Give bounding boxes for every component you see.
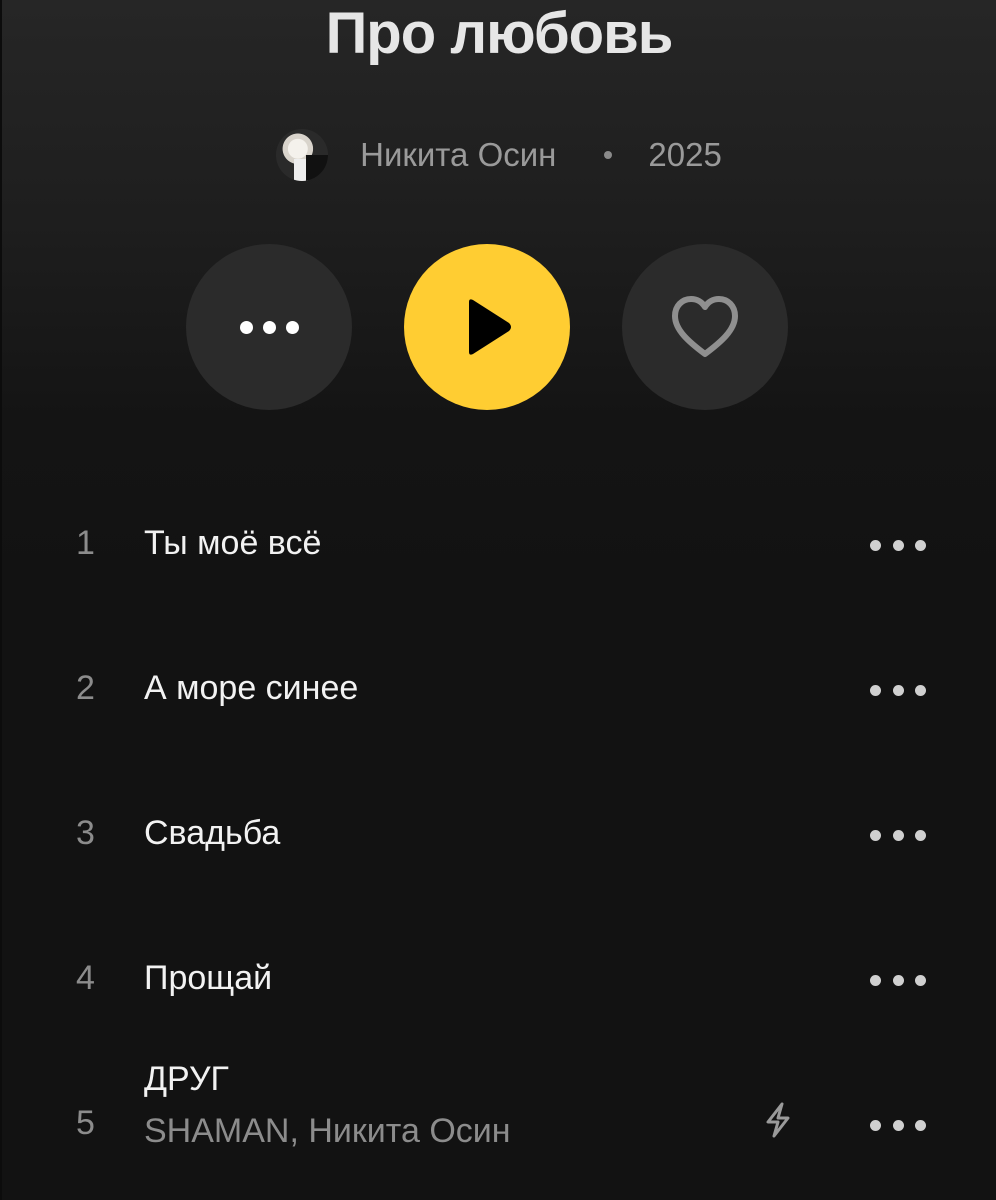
track-more-button[interactable] [870, 530, 926, 560]
album-more-button[interactable] [186, 244, 352, 410]
track-number: 1 [76, 524, 95, 562]
track-more-button[interactable] [870, 965, 926, 995]
track-more-button[interactable] [870, 675, 926, 705]
track-artists: SHAMAN, Никита Осин [144, 1112, 511, 1150]
like-button[interactable] [622, 244, 788, 410]
artist-avatar[interactable] [276, 129, 329, 181]
track-number: 4 [76, 959, 95, 997]
track-more-button[interactable] [870, 1110, 926, 1140]
avatar-jacket [306, 155, 329, 181]
track-list: 1 Ты моё всё 2 А море синее 3 Свадьба 4 … [2, 472, 996, 1197]
track-row[interactable]: 4 Прощай [2, 907, 996, 1052]
album-page: Про любовь Никита Осин 2025 1 Ты моё всё… [0, 0, 996, 1200]
album-meta: Никита Осин 2025 [2, 128, 996, 182]
track-number: 2 [76, 669, 95, 707]
track-title: ДРУГ [144, 1060, 229, 1098]
track-row[interactable]: 2 А море синее [2, 617, 996, 762]
album-title: Про любовь [325, 1, 674, 66]
track-row[interactable]: 3 Свадьба [2, 762, 996, 907]
track-title: Свадьба [144, 814, 281, 852]
artist-name-link[interactable]: Никита Осин [360, 128, 556, 182]
track-more-button[interactable] [870, 820, 926, 850]
album-year: 2025 [648, 136, 722, 173]
lightning-icon [766, 1102, 790, 1138]
ellipsis-icon [239, 320, 299, 334]
track-title: Ты моё всё [144, 524, 322, 562]
track-number: 3 [76, 814, 95, 852]
play-button[interactable] [404, 244, 570, 410]
track-row[interactable]: 1 Ты моё всё [2, 472, 996, 617]
track-number: 5 [76, 1104, 95, 1142]
track-title: А море синее [144, 669, 359, 707]
track-title: Прощай [144, 959, 273, 997]
track-row[interactable]: 5 ДРУГ SHAMAN, Никита Осин [2, 1052, 996, 1197]
play-icon [469, 299, 511, 355]
meta-separator-dot [604, 151, 613, 159]
heart-outline-icon [672, 296, 738, 357]
album-actions [2, 244, 996, 410]
